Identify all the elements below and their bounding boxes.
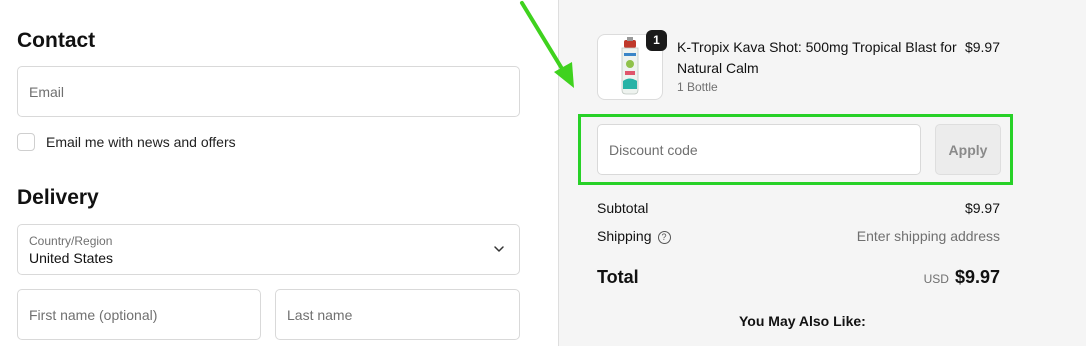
total-currency: USD — [923, 272, 949, 286]
shipping-row: Shipping? — [597, 228, 671, 244]
quantity-badge: 1 — [646, 30, 667, 51]
first-name-placeholder: First name (optional) — [29, 307, 158, 323]
product-title: K-Tropix Kava Shot: 500mg Tropical Blast… — [677, 39, 957, 76]
discount-placeholder: Discount code — [609, 142, 698, 158]
product-variant: 1 Bottle — [677, 80, 718, 94]
last-name-placeholder: Last name — [287, 307, 353, 323]
annotation-arrow-icon — [520, 1, 574, 88]
total-label: Total — [597, 267, 639, 287]
apply-button[interactable]: Apply — [935, 124, 1001, 175]
contact-heading: Contact — [17, 29, 96, 52]
total-amount: $9.97 — [954, 267, 1000, 287]
shipping-label: Shipping — [597, 228, 652, 244]
chevron-down-icon — [494, 246, 504, 252]
help-circle-icon[interactable]: ? — [657, 231, 671, 244]
checkout-page: Contact Email Email me with news and off… — [0, 0, 1086, 346]
country-value: United States — [29, 250, 114, 266]
shipping-value: Enter shipping address — [856, 228, 1000, 244]
email-field[interactable]: Email — [17, 66, 520, 117]
email-placeholder: Email — [29, 84, 65, 100]
also-like-heading: You May Also Like: — [739, 313, 866, 329]
subtotal-value: $9.97 — [964, 200, 1000, 216]
delivery-heading: Delivery — [17, 186, 99, 209]
last-name-field[interactable]: Last name — [275, 289, 520, 340]
checkout-form-panel: Contact Email Email me with news and off… — [0, 0, 558, 346]
newsletter-checkbox[interactable] — [17, 133, 35, 151]
country-label: Country/Region — [29, 234, 113, 248]
newsletter-label[interactable]: Email me with news and offers — [46, 134, 236, 150]
product-price: $9.97 — [964, 39, 1000, 55]
first-name-field[interactable]: First name (optional) — [17, 289, 261, 340]
subtotal-label: Subtotal — [597, 200, 649, 216]
total-row-value: USD $9.97 — [924, 267, 1000, 288]
country-select[interactable]: Country/Region United States — [17, 224, 520, 275]
discount-code-field[interactable]: Discount code — [597, 124, 921, 175]
